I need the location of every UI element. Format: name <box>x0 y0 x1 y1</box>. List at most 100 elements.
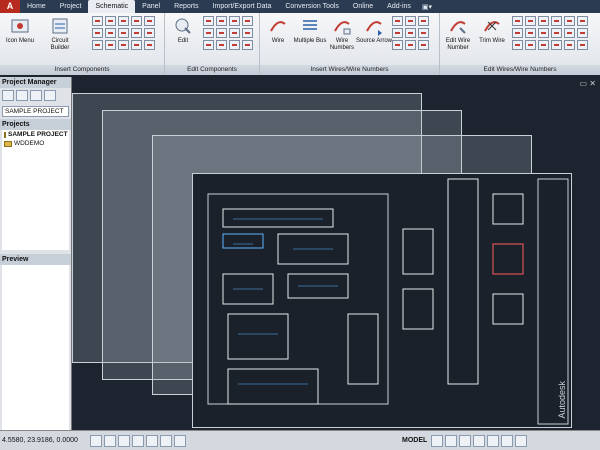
tool-button[interactable] <box>242 40 253 50</box>
trim-wire-button[interactable]: Trim Wire <box>474 16 510 45</box>
tab-import-export[interactable]: Import/Export Data <box>206 0 279 13</box>
new-project-icon[interactable] <box>16 90 28 101</box>
quick-view-icon[interactable] <box>431 434 444 447</box>
panel-title: Edit Wires/Wire Numbers <box>440 65 600 75</box>
tool-button[interactable] <box>216 40 227 50</box>
tool-button[interactable] <box>105 28 116 38</box>
pan-icon[interactable] <box>445 434 458 447</box>
tab-schematic[interactable]: Schematic <box>88 0 136 13</box>
tool-button[interactable] <box>405 16 416 26</box>
tab-panel[interactable]: Panel <box>135 0 167 13</box>
icon-menu-button[interactable]: Icon Menu <box>2 16 38 45</box>
tool-button[interactable] <box>392 16 403 26</box>
open-project-icon[interactable] <box>2 90 14 101</box>
tool-button[interactable] <box>577 40 588 50</box>
project-properties-icon[interactable] <box>30 90 42 101</box>
tool-button[interactable] <box>551 28 562 38</box>
tool-button[interactable] <box>418 40 429 50</box>
snap-toggle-icon[interactable] <box>90 434 102 447</box>
multiple-bus-button[interactable]: Multiple Bus <box>292 16 328 45</box>
tab-conversion-tools[interactable]: Conversion Tools <box>278 0 346 13</box>
tool-button[interactable] <box>564 16 575 26</box>
project-dropdown[interactable]: SAMPLE PROJECT <box>2 106 69 117</box>
drawing-canvas[interactable]: Autodesk <box>72 77 600 430</box>
tool-button[interactable] <box>538 16 549 26</box>
tool-button[interactable] <box>203 16 214 26</box>
wire-numbers-button[interactable]: Wire Numbers <box>324 16 360 52</box>
tool-button[interactable] <box>551 16 562 26</box>
list-item[interactable]: SAMPLE PROJECT <box>2 130 69 139</box>
tool-button[interactable] <box>105 16 116 26</box>
tab-online[interactable]: Online <box>346 0 380 13</box>
viewport-controls[interactable]: ▭ ✕ <box>580 79 596 88</box>
otrack-toggle-icon[interactable] <box>160 434 172 447</box>
source-arrow-button[interactable]: Source Arrow <box>356 16 392 45</box>
tool-button[interactable] <box>144 28 155 38</box>
lock-icon[interactable] <box>501 434 514 447</box>
preview-header: Preview <box>0 254 71 265</box>
tool-button[interactable] <box>525 28 536 38</box>
tool-button[interactable] <box>144 16 155 26</box>
tool-button[interactable] <box>525 16 536 26</box>
polar-toggle-icon[interactable] <box>132 434 144 447</box>
tool-button[interactable] <box>538 40 549 50</box>
tool-button[interactable] <box>203 28 214 38</box>
wire-button[interactable]: Wire <box>260 16 296 45</box>
tool-button[interactable] <box>92 16 103 26</box>
tool-button[interactable] <box>216 28 227 38</box>
tool-button[interactable] <box>392 28 403 38</box>
tool-button[interactable] <box>512 16 523 26</box>
osnap-toggle-icon[interactable] <box>146 434 158 447</box>
ribbon-toggle-icon[interactable]: ▣▾ <box>418 3 436 11</box>
tool-button[interactable] <box>105 40 116 50</box>
clean-screen-icon[interactable] <box>515 434 528 447</box>
tool-button[interactable] <box>118 40 129 50</box>
ortho-toggle-icon[interactable] <box>118 434 130 447</box>
tool-button[interactable] <box>525 40 536 50</box>
tool-button[interactable] <box>405 28 416 38</box>
tab-reports[interactable]: Reports <box>167 0 206 13</box>
tool-button[interactable] <box>512 28 523 38</box>
tool-button[interactable] <box>131 16 142 26</box>
grid-toggle-icon[interactable] <box>104 434 116 447</box>
tool-button[interactable] <box>242 28 253 38</box>
tool-button[interactable] <box>229 16 240 26</box>
tool-button[interactable] <box>131 40 142 50</box>
annotation-scale-icon[interactable] <box>473 434 486 447</box>
tool-button[interactable] <box>242 16 253 26</box>
tool-button[interactable] <box>564 28 575 38</box>
zoom-icon[interactable] <box>459 434 472 447</box>
application-menu-button[interactable]: A <box>0 0 20 13</box>
tool-button[interactable] <box>418 28 429 38</box>
tool-button[interactable] <box>538 28 549 38</box>
circuit-builder-button[interactable]: Circuit Builder <box>42 16 78 52</box>
tool-button[interactable] <box>512 40 523 50</box>
tool-button[interactable] <box>118 28 129 38</box>
tool-button[interactable] <box>203 40 214 50</box>
tool-button[interactable] <box>405 40 416 50</box>
tab-project[interactable]: Project <box>53 0 89 13</box>
tool-button[interactable] <box>118 16 129 26</box>
lineweight-toggle-icon[interactable] <box>174 434 186 447</box>
edit-button[interactable]: Edit <box>165 16 201 45</box>
tool-button[interactable] <box>216 16 227 26</box>
tool-button[interactable] <box>564 40 575 50</box>
tool-button[interactable] <box>577 16 588 26</box>
tool-button[interactable] <box>92 40 103 50</box>
tool-button[interactable] <box>551 40 562 50</box>
tool-button[interactable] <box>131 28 142 38</box>
tab-home[interactable]: Home <box>20 0 53 13</box>
list-item[interactable]: WDDEMO <box>2 139 69 148</box>
tool-button[interactable] <box>577 28 588 38</box>
model-space-button[interactable]: MODEL <box>398 437 431 444</box>
tool-button[interactable] <box>229 28 240 38</box>
tool-button[interactable] <box>144 40 155 50</box>
tab-add-ins[interactable]: Add-ins <box>380 0 418 13</box>
tool-button[interactable] <box>92 28 103 38</box>
tool-button[interactable] <box>418 16 429 26</box>
edit-wire-number-button[interactable]: Edit Wire Number <box>440 16 476 52</box>
publish-icon[interactable] <box>44 90 56 101</box>
workspace-icon[interactable] <box>487 434 500 447</box>
tool-button[interactable] <box>229 40 240 50</box>
tool-button[interactable] <box>392 40 403 50</box>
